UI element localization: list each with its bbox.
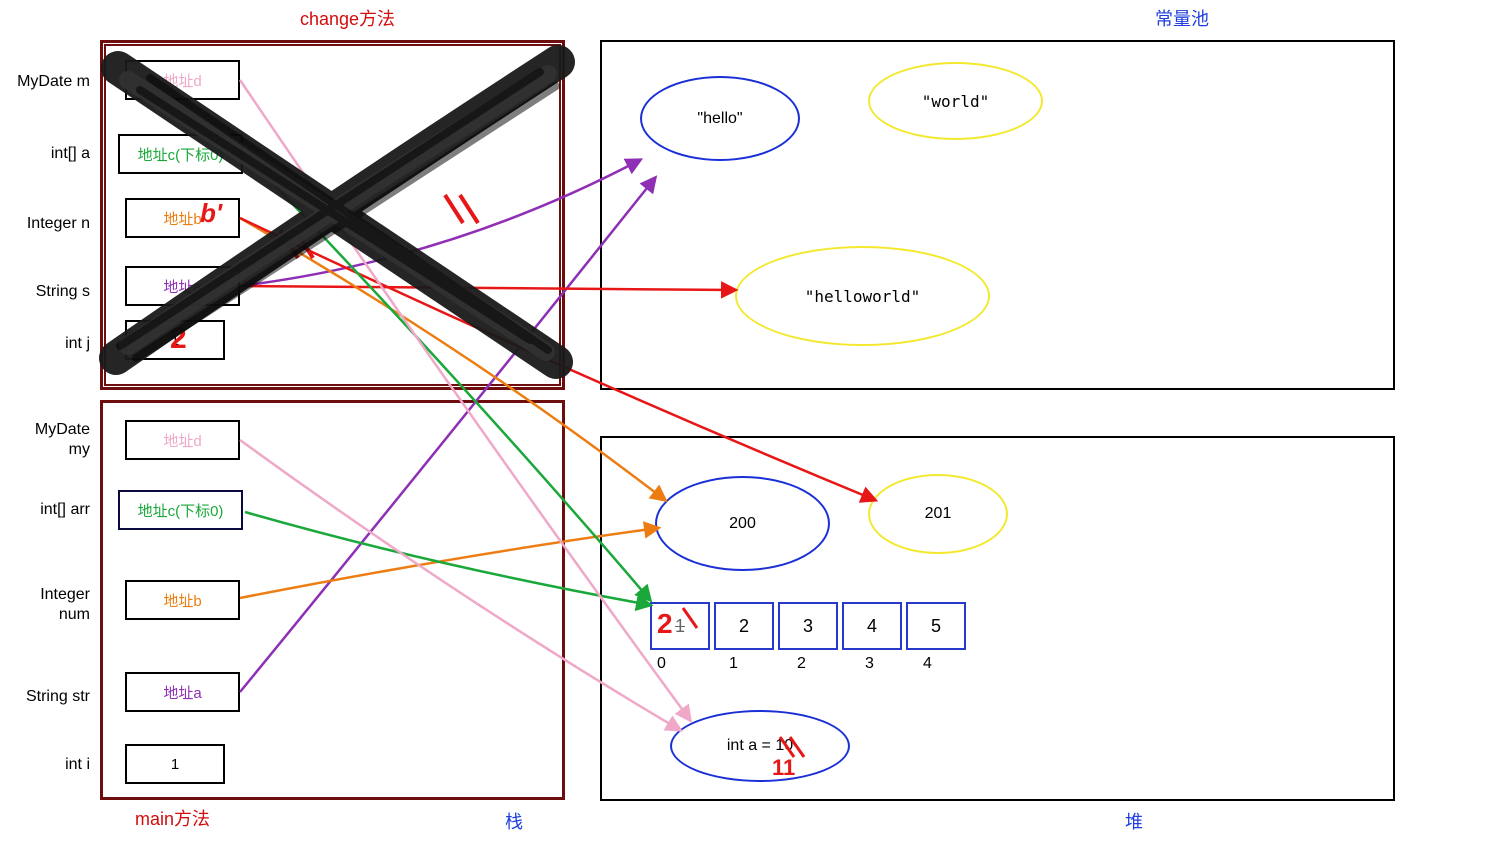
diagram-root: change方法 常量池 MyDate m int[] a Integer n … xyxy=(0,0,1509,868)
box-str: 地址a xyxy=(125,672,240,712)
array-cell-1: 2 xyxy=(714,602,774,650)
title-const-pool: 常量池 xyxy=(1155,5,1209,31)
box-m: 地址d xyxy=(125,60,240,100)
idx-3: 3 xyxy=(865,655,874,673)
label-j: int j xyxy=(0,335,90,353)
label-my: MyDatemy xyxy=(0,420,90,460)
label-n: Integer n xyxy=(0,215,90,233)
box-a: 地址c(下标0) xyxy=(118,134,243,174)
title-change: change方法 xyxy=(300,5,395,31)
array-cell-3: 4 xyxy=(842,602,902,650)
annot-j-2: 2 xyxy=(170,322,187,356)
array-cell-2: 3 xyxy=(778,602,838,650)
annot-b-prime: b' xyxy=(200,198,222,229)
idx-2: 2 xyxy=(797,655,806,673)
idx-1: 1 xyxy=(729,655,738,673)
ellipse-helloworld: "helloworld" xyxy=(735,246,990,346)
ellipse-mydate: int a = 10 xyxy=(670,710,850,782)
array-cell-4: 5 xyxy=(906,602,966,650)
ellipse-hello: "hello" xyxy=(640,76,800,161)
ellipse-world: "world" xyxy=(868,62,1043,140)
ellipse-200: 200 xyxy=(655,476,830,571)
idx-4: 4 xyxy=(923,655,932,673)
title-main: main方法 xyxy=(135,805,210,831)
box-s: 地址a xyxy=(125,266,240,306)
box-i: 1 xyxy=(125,744,225,784)
title-heap: 堆 xyxy=(1125,808,1143,834)
label-s: String s xyxy=(0,283,90,301)
title-stack: 栈 xyxy=(505,808,523,834)
label-num: Integernum xyxy=(0,585,90,625)
label-arr: int[] arr xyxy=(0,501,90,519)
ellipse-201: 201 xyxy=(868,474,1008,554)
annot-mydate-11: 11 xyxy=(772,755,795,781)
box-my: 地址d xyxy=(125,420,240,460)
label-a: int[] a xyxy=(0,145,90,163)
label-i: int i xyxy=(0,756,90,774)
box-arr: 地址c(下标0) xyxy=(118,490,243,530)
label-str: String str xyxy=(0,688,90,706)
box-num: 地址b xyxy=(125,580,240,620)
label-m: MyDate m xyxy=(0,73,90,91)
idx-0: 0 xyxy=(657,655,666,673)
box-n: 地址b xyxy=(125,198,240,238)
annot-arr0-2: 2 xyxy=(657,608,673,640)
